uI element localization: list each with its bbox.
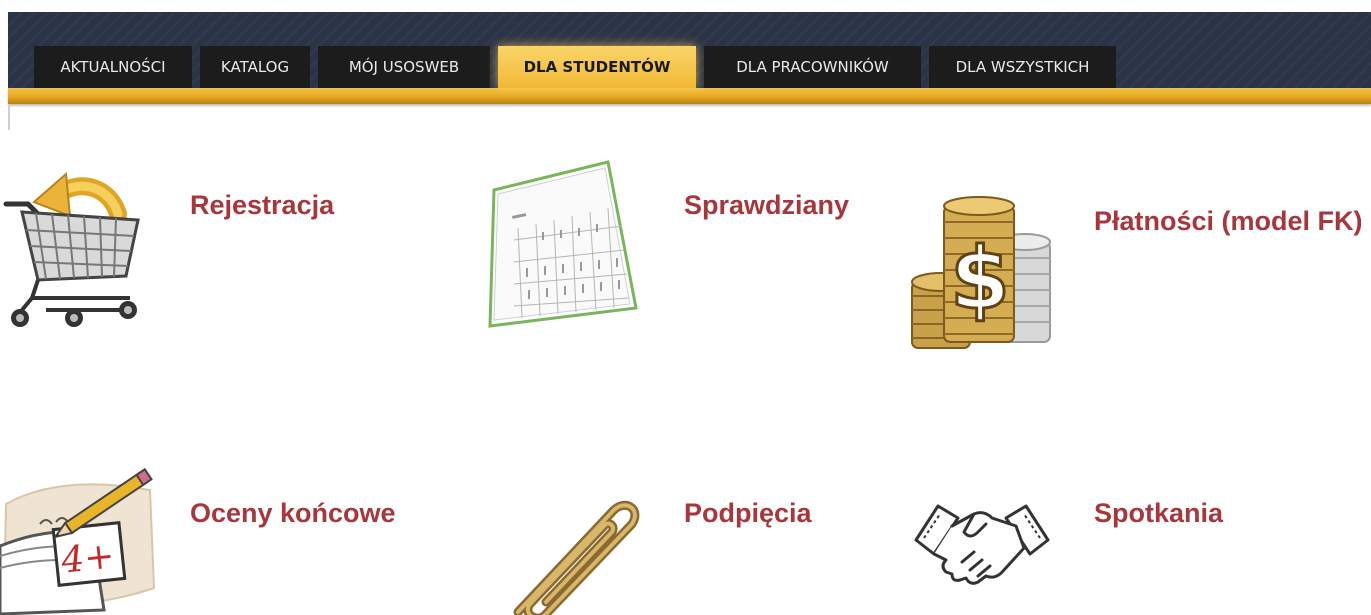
shopping-cart-icon[interactable] (0, 160, 160, 340)
test-sheet-icon[interactable] (484, 158, 654, 328)
tile-title-spotkania[interactable]: Spotkania (1094, 498, 1223, 529)
top-margin (0, 0, 1371, 12)
tab-aktualnosci[interactable]: AKTUALNOŚCI (34, 46, 192, 88)
tab-moj-usosweb[interactable]: MÓJ USOSWEB (318, 46, 490, 88)
tab-katalog[interactable]: KATALOG (200, 46, 310, 88)
tile-title-sprawdziany[interactable]: Sprawdziany (684, 190, 849, 221)
handshake-icon[interactable] (912, 500, 1052, 590)
tile-title-rejestracja[interactable]: Rejestracja (190, 190, 334, 221)
nav-accent-line (8, 88, 1371, 104)
svg-text:$: $ (950, 229, 1010, 329)
paperclip-icon[interactable] (500, 486, 650, 615)
gradebook-icon[interactable]: 4+ (0, 460, 160, 615)
tab-dla-wszystkich[interactable]: DLA WSZYSTKICH (929, 46, 1116, 88)
tab-dla-studentow[interactable]: DLA STUDENTÓW (498, 46, 696, 88)
tile-title-platnosci[interactable]: Płatności (model FK) (1094, 206, 1363, 237)
tile-title-podpiecia[interactable]: Podpięcia (684, 498, 812, 529)
tab-dla-pracownikow[interactable]: DLA PRACOWNIKÓW (704, 46, 921, 88)
tile-title-oceny-koncowe[interactable]: Oceny końcowe (190, 498, 396, 529)
coins-dollar-icon[interactable]: $ (904, 196, 1060, 358)
svg-text:4+: 4+ (58, 535, 116, 581)
content-left-edge (8, 104, 10, 130)
